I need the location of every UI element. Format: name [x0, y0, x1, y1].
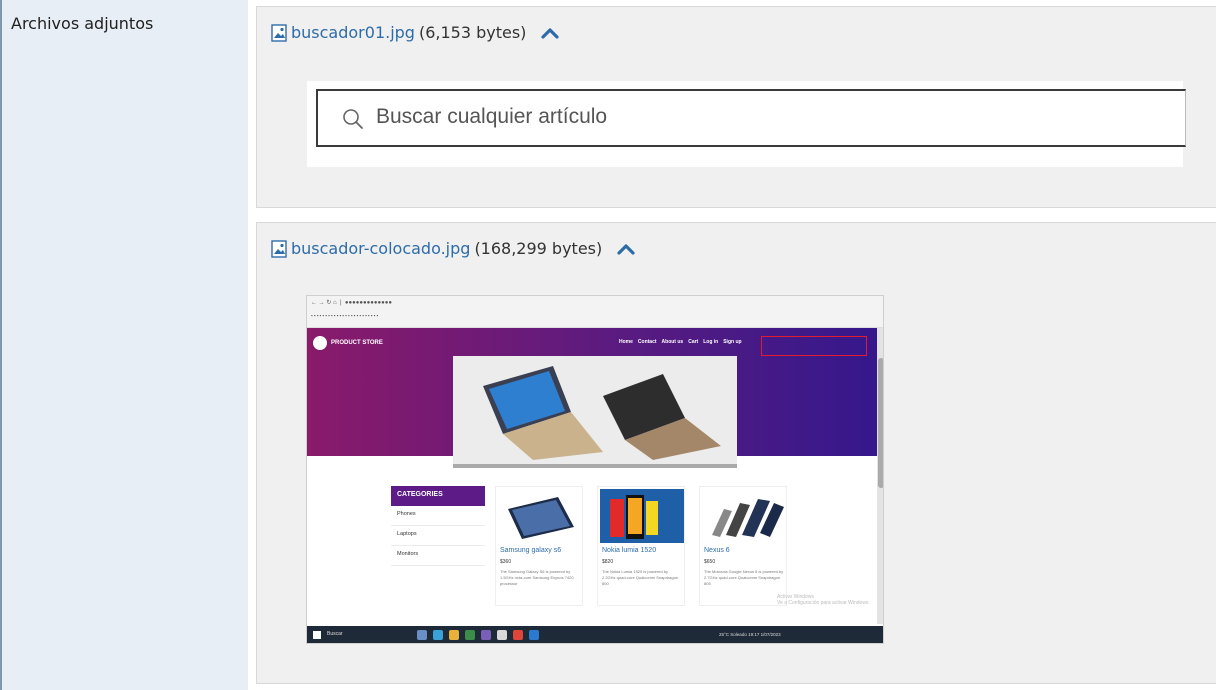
chevron-up-icon[interactable] [616, 242, 636, 256]
phone-image [600, 489, 684, 543]
store-logo-icon [313, 336, 327, 350]
preview-highlight-box [761, 336, 867, 356]
image-file-icon [271, 239, 287, 258]
attachment-preview-image: Buscar cualquier artículo [307, 81, 1186, 167]
attachment-size: (168,299 bytes) [474, 239, 603, 258]
field-label: Archivos adjuntos [11, 14, 154, 33]
preview-product-card: Samsung galaxy s6 $360 The Samsung Galax… [495, 486, 583, 606]
attachment-panel: buscador-colocado.jpg (168,299 bytes) ← … [256, 222, 1216, 684]
attachment-size: (6,153 bytes) [418, 23, 527, 42]
attachment-panel: buscador01.jpg (6,153 bytes) Buscar cual… [256, 6, 1216, 208]
preview-categories: CATEGORIES Phones Laptops Monitors [391, 486, 485, 566]
attachments-column: buscador01.jpg (6,153 bytes) Buscar cual… [248, 0, 1216, 690]
preview-search-placeholder: Buscar cualquier artículo [376, 105, 608, 128]
phone-image [712, 499, 784, 537]
attachment-link[interactable]: buscador-colocado.jpg [291, 239, 470, 258]
preview-taskbar: Buscar 25°C Soleado 19:17 1/07/2023 [307, 626, 883, 643]
attachment-link[interactable]: buscador01.jpg [291, 23, 415, 42]
windows-watermark: Activar Windows Ve a Configuración para … [777, 594, 870, 606]
preview-product-card: Nexus 6 $650 The Motorola Google Nexus 6… [699, 486, 787, 606]
preview-product-card: Nokia lumia 1520 $820 The Nokia Lumia 15… [597, 486, 685, 606]
preview-scrollbar [877, 328, 883, 624]
preview-search-box: Buscar cualquier artículo [316, 89, 1186, 147]
phone-image [508, 497, 574, 539]
preview-nav: Home Contact About us Cart Log in Sign u… [619, 339, 742, 345]
taskbar-icons [417, 630, 539, 640]
preview-browser-bar: ← → ↻ ⌂ | ●●●●●●●●●●●●● ▪ ▪ ▪ ▪ ▪ ▪ ▪ ▪ … [307, 296, 883, 328]
image-file-icon [271, 23, 287, 42]
laptop-image [453, 366, 737, 468]
attachment-preview-image: ← → ↻ ⌂ | ●●●●●●●●●●●●● ▪ ▪ ▪ ▪ ▪ ▪ ▪ ▪ … [306, 295, 884, 644]
attachment-header: buscador-colocado.jpg (168,299 bytes) [271, 239, 636, 258]
windows-start-icon [313, 631, 321, 639]
preview-hero-banner: PRODUCT STORE Home Contact About us Cart… [307, 328, 877, 468]
field-label-column: Archivos adjuntos [0, 0, 248, 690]
preview-carousel [453, 356, 737, 468]
chevron-up-icon[interactable] [540, 26, 560, 40]
preview-brand: PRODUCT STORE [313, 336, 383, 350]
search-icon [343, 109, 363, 129]
attachment-header: buscador01.jpg (6,153 bytes) [271, 23, 560, 42]
